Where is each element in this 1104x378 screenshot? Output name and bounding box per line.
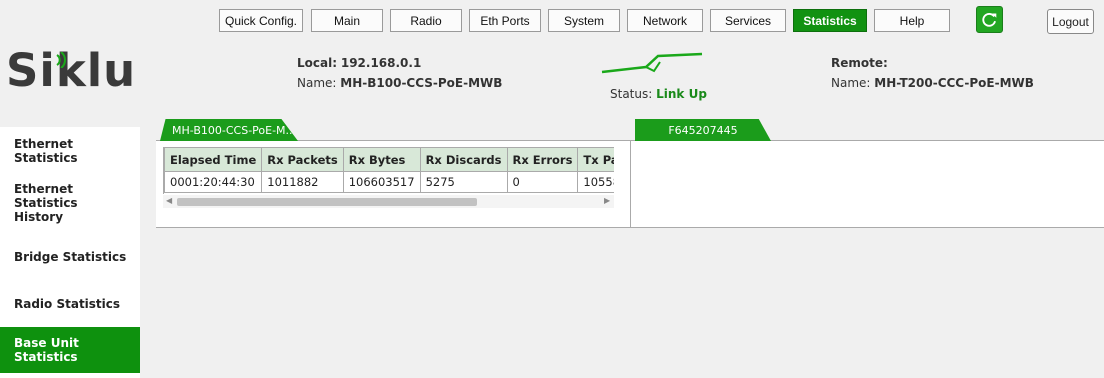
cell-elapsed-time: 0001:20:44:30 xyxy=(164,171,263,193)
col-rx-discards: Rx Discards xyxy=(419,147,508,172)
tab-local-unit[interactable]: MH-B100-CCS-PoE-M... xyxy=(160,119,298,141)
tab-statistics[interactable]: Statistics xyxy=(793,9,867,32)
tab-remote-unit[interactable]: F645207445 xyxy=(635,119,771,141)
refresh-button[interactable] xyxy=(976,6,1003,33)
scrollbar-thumb[interactable] xyxy=(177,198,477,206)
tab-network[interactable]: Network xyxy=(627,9,703,32)
sidebar-item-bridge-statistics[interactable]: Bridge Statistics xyxy=(0,235,140,279)
status-value: Link Up xyxy=(656,87,707,101)
tab-radio[interactable]: Radio xyxy=(390,9,462,32)
col-elapsed-time: Elapsed Time xyxy=(164,147,263,172)
col-rx-packets: Rx Packets xyxy=(261,147,344,172)
local-name: Name: MH-B100-CCS-PoE-MWB xyxy=(297,76,503,90)
statistics-table: Elapsed Time Rx Packets Rx Bytes Rx Disc… xyxy=(163,147,614,194)
link-status: Status: Link Up xyxy=(610,87,707,101)
scroll-left-icon[interactable]: ◀ xyxy=(166,196,172,205)
refresh-icon xyxy=(982,12,997,27)
local-ip: Local: 192.168.0.1 xyxy=(297,56,422,70)
col-rx-errors: Rx Errors xyxy=(506,147,579,172)
scroll-right-icon[interactable]: ▶ xyxy=(604,196,610,205)
sidebar-item-radio-statistics[interactable]: Radio Statistics xyxy=(0,282,140,326)
siklu-logo: Siklu xyxy=(6,44,156,104)
tab-services[interactable]: Services xyxy=(710,9,786,32)
horizontal-scrollbar[interactable]: ◀ ▶ xyxy=(163,195,614,208)
remote-name: Name: MH-T200-CCC-PoE-MWB xyxy=(831,76,1034,90)
tab-main[interactable]: Main xyxy=(311,9,383,32)
cell-rx-packets: 1011882 xyxy=(261,171,344,193)
panel-divider xyxy=(630,140,631,228)
tab-quick-config[interactable]: Quick Config. xyxy=(219,9,303,32)
sidebar-item-ethernet-statistics-history[interactable]: Ethernet Statistics History xyxy=(0,177,140,229)
cell-rx-bytes: 106603517 xyxy=(342,171,421,193)
sidebar-item-base-unit-statistics[interactable]: Base Unit Statistics xyxy=(0,327,140,373)
sidebar: Ethernet Statistics Ethernet Statistics … xyxy=(0,127,140,378)
sidebar-item-ethernet-statistics[interactable]: Ethernet Statistics xyxy=(0,129,140,173)
tab-eth-ports[interactable]: Eth Ports xyxy=(469,9,541,32)
cell-rx-errors: 0 xyxy=(506,171,579,193)
table-row: 0001:20:44:30 1011882 106603517 5275 0 1… xyxy=(164,171,614,193)
link-status-icon xyxy=(601,52,703,74)
logo-signal-icon xyxy=(56,52,66,68)
tab-help[interactable]: Help xyxy=(874,9,950,32)
remote-label: Remote: xyxy=(831,56,888,70)
col-rx-bytes: Rx Bytes xyxy=(342,147,421,172)
cell-rx-discards: 5275 xyxy=(419,171,508,193)
top-nav: Quick Config. Main Radio Eth Ports Syste… xyxy=(0,9,1104,33)
col-tx-packets: Tx Packets xyxy=(577,147,614,172)
table-header-row: Elapsed Time Rx Packets Rx Bytes Rx Disc… xyxy=(164,147,614,172)
tab-system[interactable]: System xyxy=(548,9,620,32)
logout-button[interactable]: Logout xyxy=(1047,9,1094,34)
cell-tx-packets: 1055869 xyxy=(577,171,614,193)
